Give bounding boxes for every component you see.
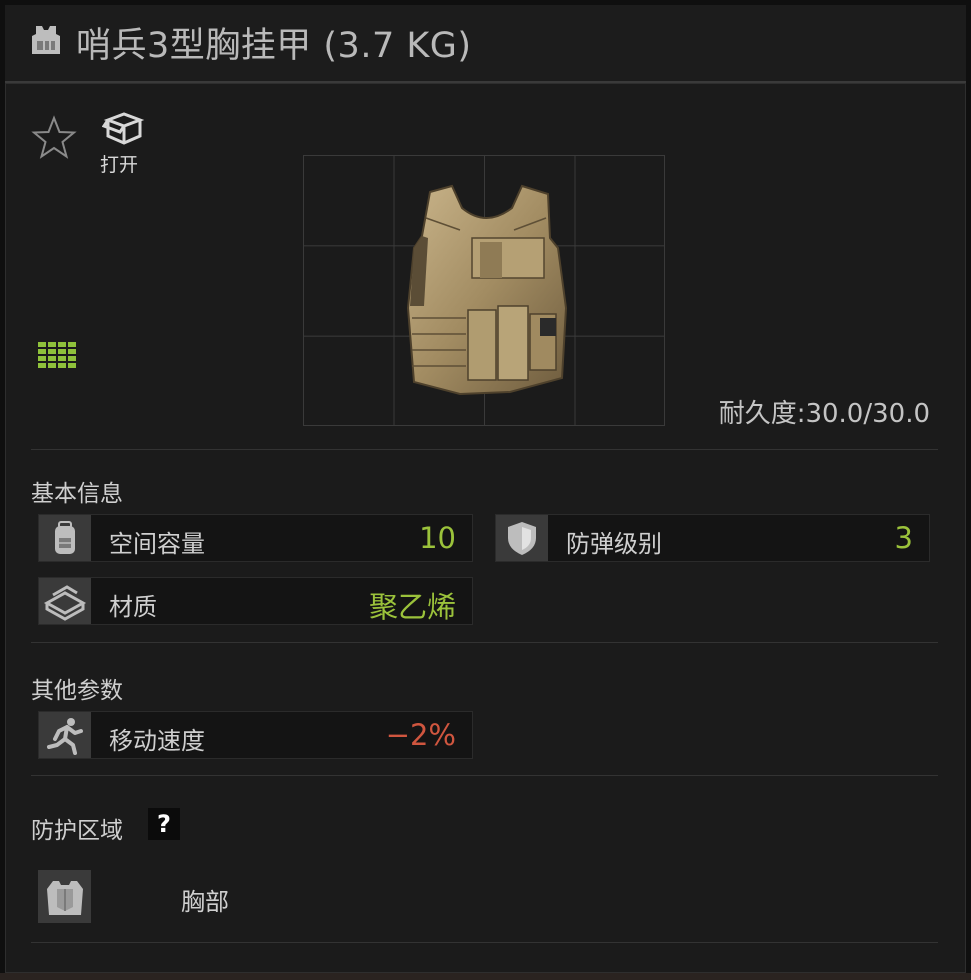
stat-armor-class: 防弹级别 3 (495, 514, 930, 562)
running-man-icon (39, 712, 91, 758)
armored-rig-image (400, 178, 572, 402)
stat-value: 聚乙烯 (368, 590, 456, 624)
help-button[interactable]: ? (148, 808, 180, 840)
favorite-star-icon[interactable] (30, 115, 78, 161)
stat-label: 移动速度 (109, 727, 205, 755)
stat-value: 10 (419, 521, 456, 555)
divider (31, 942, 938, 943)
vest-icon (28, 22, 64, 58)
item-title: 哨兵3型胸挂甲 (3.7 KG) (76, 26, 472, 66)
section-title-basic: 基本信息 (31, 481, 123, 507)
shield-icon (496, 515, 548, 561)
zone-label-chest: 胸部 (181, 888, 229, 916)
open-box-icon (102, 112, 145, 145)
stat-value: 3 (894, 521, 913, 555)
chest-armor-icon (38, 870, 91, 923)
divider (31, 775, 938, 776)
stat-material: 材质 聚乙烯 (38, 577, 473, 625)
stat-value: −2% (385, 718, 456, 752)
stat-label: 空间容量 (109, 530, 205, 558)
stat-label: 防弹级别 (566, 530, 662, 558)
open-button[interactable]: 打开 (96, 110, 152, 176)
section-title-protection: 防护区域 (31, 818, 123, 844)
window-bottom-edge (0, 973, 971, 980)
divider (31, 642, 938, 643)
stat-label: 材质 (109, 593, 157, 621)
stat-capacity: 空间容量 10 (38, 514, 473, 562)
section-title-other: 其他参数 (31, 678, 123, 704)
material-plates-icon (39, 578, 91, 624)
stat-move-speed: 移动速度 −2% (38, 711, 473, 759)
divider (31, 449, 938, 450)
open-label: 打开 (100, 154, 139, 176)
durability-readout: 耐久度:30.0/30.0 (719, 393, 930, 430)
durability-value: 30.0/30.0 (805, 399, 930, 429)
durability-label: 耐久度: (718, 399, 806, 429)
item-size-grid-icon (38, 342, 78, 370)
backpack-icon (39, 515, 91, 561)
